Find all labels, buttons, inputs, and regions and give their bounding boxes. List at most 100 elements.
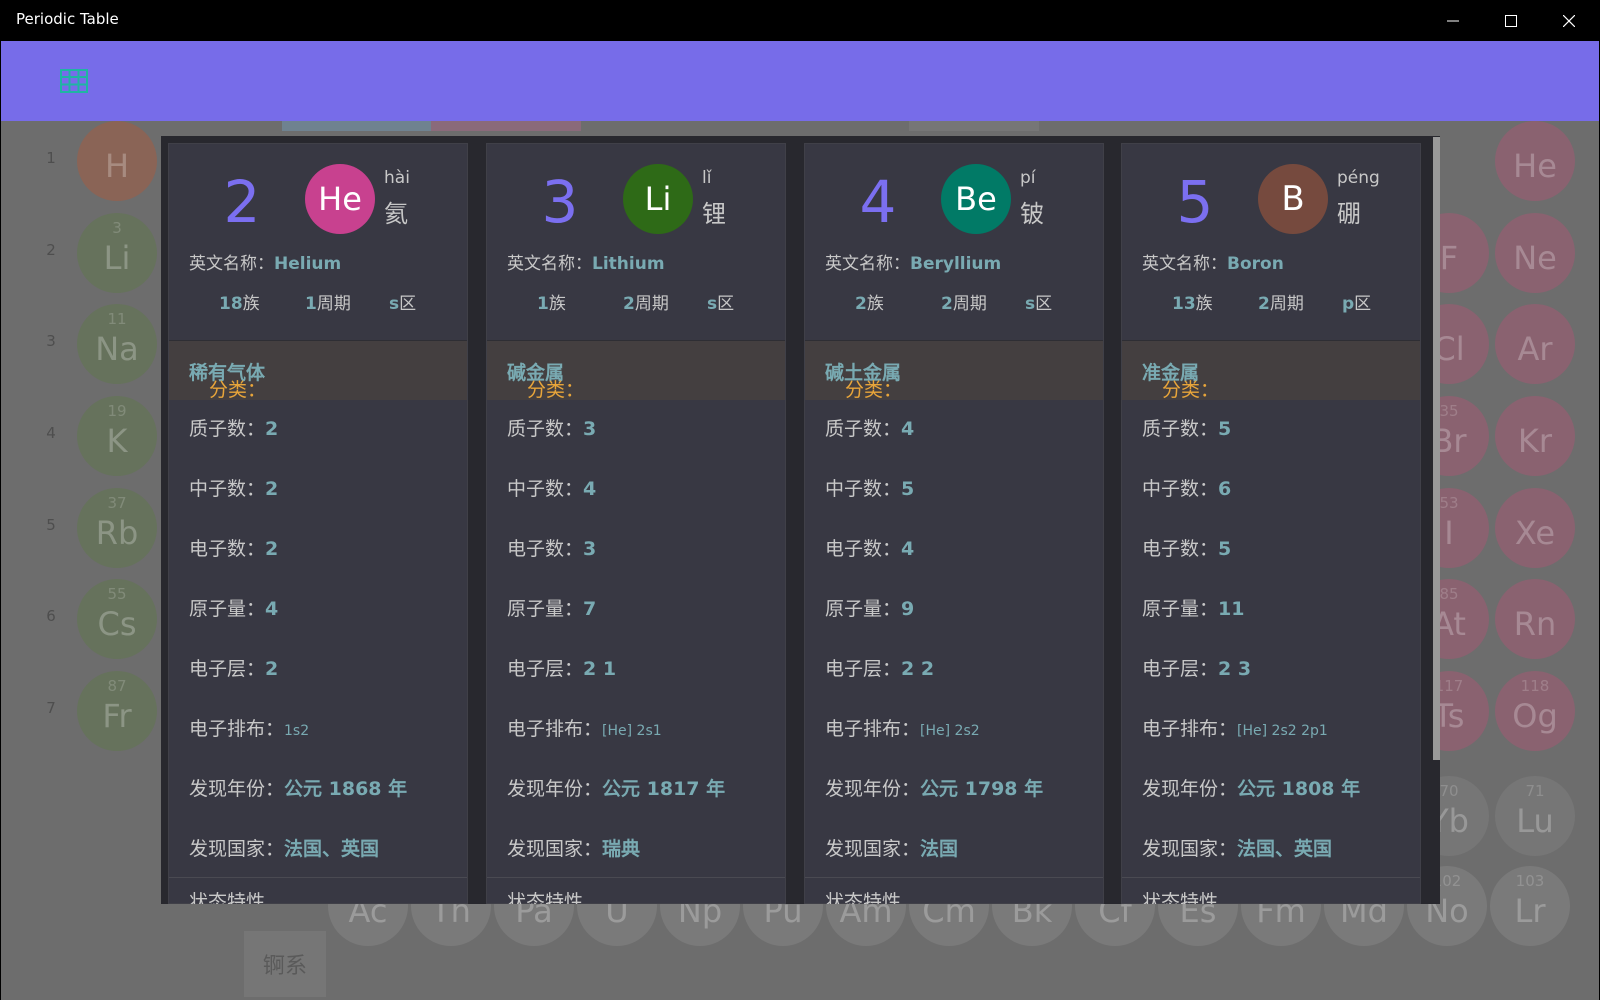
shells-value: 2 1 [583, 658, 617, 680]
group-info: 1族 [537, 289, 566, 314]
block-suffix: 区 [717, 294, 735, 314]
block-value: s [707, 294, 718, 314]
section-divider [805, 877, 1103, 878]
neutrons-row: 中子数：4 [507, 474, 596, 501]
bg-element-number: 71 [1525, 782, 1545, 800]
neutrons-label: 中子数： [825, 478, 902, 500]
bg-element-symbol: Ne [1513, 239, 1557, 277]
next-section-label: 状态特性 [1142, 891, 1219, 904]
discovery-country-value: 法国、英国 [284, 838, 380, 860]
element-chinese-name: 铍 [1020, 200, 1044, 228]
bg-element-Kr: Kr [1495, 396, 1575, 476]
protons-value: 2 [265, 418, 279, 440]
discovery-year-label: 发现年份： [825, 778, 921, 800]
neutrons-label: 中子数： [507, 478, 584, 500]
grid-table-icon[interactable] [60, 69, 88, 93]
element-card-he: 2 He hài 氦 英文名称：Helium 18族 1周期 s区 分类： 稀有气… [168, 143, 468, 904]
group-info: 18族 [219, 289, 260, 314]
atomic-number: 5 [1176, 168, 1214, 236]
bg-element-symbol: Kr [1517, 422, 1553, 460]
bg-element-symbol: Rb [95, 514, 139, 552]
bg-element-symbol: He [1513, 147, 1557, 185]
discovery-country-label: 发现国家： [507, 838, 603, 860]
dialog-scrollbar[interactable] [1433, 137, 1440, 760]
protons-label: 质子数： [189, 418, 266, 440]
atomic-mass-label: 原子量： [189, 598, 266, 620]
bg-period-number: 7 [46, 699, 56, 717]
element-chinese-name: 硼 [1337, 200, 1361, 228]
maximize-icon [1505, 14, 1517, 27]
bg-period-number: 6 [46, 607, 56, 625]
english-name-value: Beryllium [910, 254, 1002, 274]
configuration-value: [He] 2s1 [602, 723, 662, 739]
block-value: p [1342, 294, 1355, 314]
english-name-label: 英文名称： [189, 254, 274, 274]
bg-element-number: 87 [107, 677, 127, 695]
bg-element-symbol: Xe [1514, 514, 1556, 552]
category-label: 分类： [209, 379, 267, 401]
group-suffix: 族 [548, 294, 566, 314]
category-row: 分类： 碱金属 [487, 340, 785, 401]
shells-row: 电子层：2 3 [1142, 654, 1251, 681]
electrons-value: 2 [265, 538, 279, 560]
section-divider [169, 877, 467, 878]
minimize-button[interactable] [1424, 0, 1482, 41]
discovery-year-value: 公元 1808 年 [1237, 778, 1361, 800]
bg-element-symbol: H [104, 147, 130, 185]
period-info: 2周期 [623, 289, 669, 314]
block-suffix: 区 [1035, 294, 1053, 314]
atomic-mass-label: 原子量： [507, 598, 584, 620]
shells-label: 电子层： [507, 658, 584, 680]
electrons-value: 3 [583, 538, 597, 560]
bg-element-H: H [77, 121, 157, 201]
period-value: 1 [305, 294, 317, 314]
configuration-label: 电子排布： [189, 718, 285, 740]
close-button[interactable] [1540, 0, 1598, 41]
period-info: 2周期 [1258, 289, 1304, 314]
period-info: 1周期 [305, 289, 351, 314]
bg-element-symbol: Li [103, 239, 131, 277]
discovery-year-label: 发现年份： [507, 778, 603, 800]
block-info: p区 [1342, 289, 1371, 314]
period-info: 2周期 [941, 289, 987, 314]
element-pinyin: lǐ [702, 168, 712, 188]
neutrons-row: 中子数：6 [1142, 474, 1231, 501]
discovery-year-label: 发现年份： [189, 778, 285, 800]
group-info: 2族 [855, 289, 884, 314]
category-row: 分类： 稀有气体 [169, 340, 467, 401]
element-pinyin: hài [384, 168, 410, 188]
electrons-label: 电子数： [825, 538, 902, 560]
neutrons-row: 中子数：2 [189, 474, 278, 501]
bg-element-symbol: Na [95, 330, 139, 368]
period-value: 2 [1258, 294, 1270, 314]
element-card-be: 4 Be pí 铍 英文名称：Beryllium 2族 2周期 s区 分类： 碱土… [804, 143, 1104, 904]
neutrons-value: 5 [901, 478, 915, 500]
neutrons-row: 中子数：5 [825, 474, 914, 501]
shells-row: 电子层：2 1 [507, 654, 616, 681]
bg-element-symbol: Lr [1514, 892, 1546, 930]
english-name-value: Helium [274, 254, 342, 274]
group-value: 1 [537, 294, 549, 314]
bg-period-number: 3 [46, 332, 56, 350]
element-chinese-name: 锂 [702, 200, 726, 228]
bg-cell-edge [431, 121, 581, 131]
shells-value: 2 [265, 658, 279, 680]
english-name-row: 英文名称：Helium [189, 249, 341, 274]
bg-cell-edge [282, 121, 432, 131]
bg-element-Og: 118 Og [1495, 671, 1575, 751]
bg-element-number: 103 [1515, 872, 1545, 890]
period-suffix: 周期 [952, 294, 987, 314]
configuration-label: 电子排布： [825, 718, 921, 740]
app-content: 锕系 1 2 3 4 5 6 7 H 3 Li 11 Na 19 K 37 Rb 55 Cs 87 Fr He Ne Ar K… [1, 41, 1599, 1000]
bg-element-K: 19 K [77, 396, 157, 476]
category-label: 分类： [845, 379, 903, 401]
bg-element-number: 55 [107, 585, 127, 603]
discovery-year-row: 发现年份：公元 1868 年 [189, 774, 407, 801]
bg-element-symbol: K [106, 422, 128, 460]
discovery-country-value: 瑞典 [602, 838, 641, 860]
configuration-label: 电子排布： [507, 718, 603, 740]
electrons-row: 电子数：5 [1142, 534, 1231, 561]
group-suffix: 族 [866, 294, 884, 314]
maximize-button[interactable] [1482, 0, 1540, 41]
english-name-value: Boron [1227, 254, 1284, 274]
